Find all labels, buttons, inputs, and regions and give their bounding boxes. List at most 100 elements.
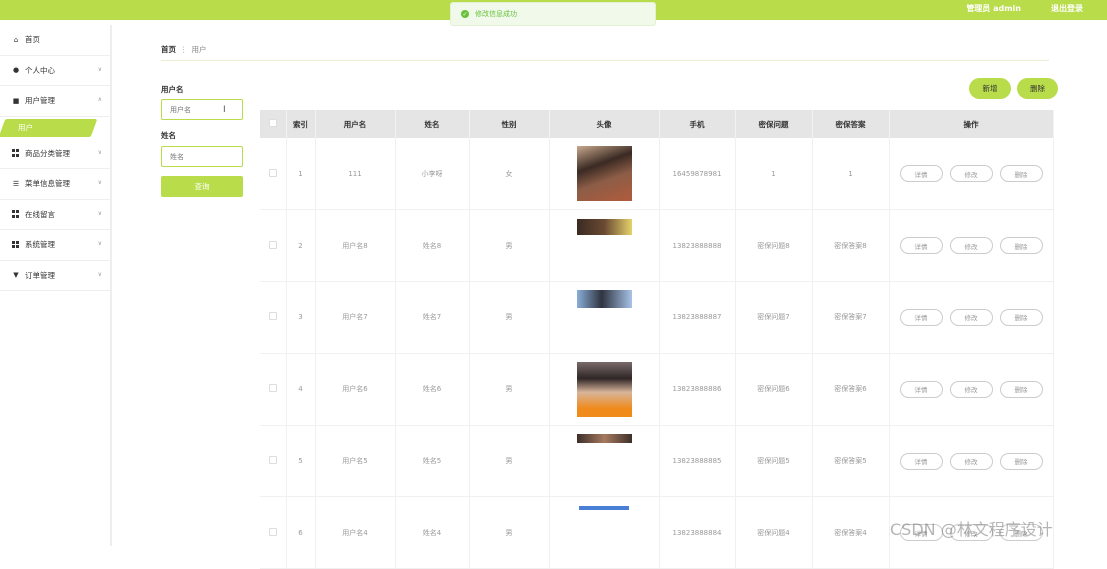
chevron-down-icon: ∨ — [97, 270, 102, 278]
grid-icon — [12, 149, 20, 157]
sidebar-item-category[interactable]: 商品分类管理 ∨ — [0, 139, 110, 169]
add-button[interactable]: 新增 — [969, 78, 1011, 99]
cell-gender: 男 — [469, 281, 550, 354]
cell-question: 1 — [735, 138, 813, 211]
cell-name: 小李呀 — [395, 138, 470, 211]
cell-username: 用户名6 — [315, 353, 396, 426]
cell-index: 2 — [286, 209, 316, 283]
user-icon: ● — [12, 66, 20, 75]
cell-phone: 13823888884 — [659, 496, 736, 569]
check-circle-icon: ✓ — [461, 10, 469, 18]
detail-button[interactable]: 详情 — [899, 308, 943, 326]
column-header: 索引 — [286, 110, 316, 138]
table-row: 2 用户名8 姓名8 男 13823888888 密保问题8 密保答案8 详情 … — [260, 209, 1054, 283]
sidebar-subitem-user[interactable]: 用户 — [0, 117, 110, 139]
sidebar-item-user-management[interactable]: ■ 用户管理 ∧ — [0, 86, 110, 117]
delete-button[interactable]: 删除 — [999, 165, 1043, 183]
row-checkbox[interactable] — [268, 312, 277, 321]
cell-gender: 男 — [469, 496, 550, 569]
cell-index: 6 — [286, 496, 316, 569]
sidebar-item-menu-info[interactable]: ☰ 菜单信息管理 ∨ — [0, 169, 110, 200]
cell-phone: 13823888887 — [659, 281, 736, 354]
edit-button[interactable]: 修改 — [949, 380, 993, 398]
edit-button[interactable]: 修改 — [949, 237, 993, 255]
bulk-delete-button[interactable]: 删除 — [1017, 78, 1058, 99]
row-checkbox[interactable] — [268, 384, 277, 393]
sidebar-item-label: 订单管理 — [25, 270, 55, 280]
cell-answer: 1 — [812, 138, 890, 211]
cell-index: 4 — [286, 353, 316, 426]
sidebar-item-profile[interactable]: ● 个人中心 ∨ — [0, 56, 110, 86]
edit-button[interactable]: 修改 — [949, 452, 993, 470]
sidebar-item-label: 商品分类管理 — [25, 148, 70, 158]
column-header: 密保答案 — [812, 110, 890, 138]
cell-phone: 16459878981 — [659, 138, 736, 211]
avatar — [576, 433, 632, 443]
sidebar-item-label: 个人中心 — [25, 65, 55, 75]
cell-question: 密保问题5 — [735, 425, 813, 498]
cell-name: 姓名4 — [395, 496, 470, 569]
column-header: 手机 — [659, 110, 736, 138]
cell-index: 1 — [286, 138, 316, 211]
cell-name: 姓名5 — [395, 425, 470, 498]
table-row: 3 用户名7 姓名7 男 13823888887 密保问题7 密保答案7 详情 … — [260, 281, 1054, 354]
avatar — [576, 218, 632, 235]
chevron-down-icon: ∨ — [97, 65, 102, 73]
detail-button[interactable]: 详情 — [899, 237, 943, 255]
delete-button[interactable]: 删除 — [999, 380, 1043, 398]
cell-index: 3 — [286, 281, 316, 354]
name-input[interactable] — [161, 146, 243, 167]
username-input[interactable] — [161, 99, 243, 120]
detail-button[interactable]: 详情 — [899, 165, 943, 183]
column-header: 用户名 — [315, 110, 396, 138]
logout-link[interactable]: 退出登录 — [1051, 3, 1083, 14]
detail-button[interactable]: 详情 — [899, 452, 943, 470]
header-divider — [161, 60, 1049, 61]
table-row: 4 用户名6 姓名6 男 13823888886 密保问题6 密保答案6 详情 … — [260, 353, 1054, 426]
grid-icon — [12, 240, 20, 249]
table-row: 5 用户名5 姓名5 男 13823888885 密保问题5 密保答案5 详情 … — [260, 425, 1054, 498]
home-icon: ⌂ — [13, 35, 19, 44]
sidebar-item-home[interactable]: ⌂ 首页 — [0, 25, 110, 56]
cell-name: 姓名8 — [395, 209, 470, 283]
select-all-checkbox[interactable] — [268, 119, 277, 127]
cell-answer: 密保答案5 — [812, 425, 890, 498]
success-toast: ✓ 修改信息成功 — [450, 2, 656, 26]
delete-button[interactable]: 删除 — [999, 237, 1043, 255]
sidebar-item-orders[interactable]: ▼ 订单管理 ∨ — [0, 261, 110, 291]
select-all-cell[interactable] — [260, 110, 287, 138]
edit-button[interactable]: 修改 — [949, 165, 993, 183]
watermark: CSDN @林文程序设计 — [890, 520, 1053, 539]
cell-phone: 13823888886 — [659, 353, 736, 426]
row-checkbox[interactable] — [268, 527, 277, 536]
cell-username: 用户名5 — [315, 425, 396, 498]
delete-button[interactable]: 删除 — [999, 308, 1043, 326]
breadcrumb-home[interactable]: 首页 — [161, 45, 176, 54]
sidebar-item-messages[interactable]: 在线留言 ∨ — [0, 200, 110, 230]
sidebar-subitem-label: 用户 — [18, 122, 33, 132]
search-button[interactable]: 查询 — [161, 176, 243, 197]
toast-message: 修改信息成功 — [475, 10, 517, 18]
sidebar-item-system[interactable]: 系统管理 ∨ — [0, 230, 110, 261]
delete-button[interactable]: 删除 — [999, 452, 1043, 470]
avatar — [576, 361, 632, 417]
avatar — [576, 290, 632, 309]
row-checkbox[interactable] — [268, 456, 277, 465]
cell-answer: 密保答案6 — [812, 353, 890, 426]
edit-button[interactable]: 修改 — [949, 308, 993, 326]
column-header: 姓名 — [395, 110, 470, 138]
cell-name: 姓名7 — [395, 281, 470, 354]
row-checkbox[interactable] — [268, 168, 277, 177]
avatar — [576, 146, 632, 202]
column-header: 头像 — [549, 110, 660, 138]
cell-username: 用户名7 — [315, 281, 396, 354]
text-cursor-icon: I — [223, 105, 226, 115]
sidebar-item-label: 首页 — [25, 35, 40, 45]
breadcrumb-current: 用户 — [191, 45, 207, 54]
detail-button[interactable]: 详情 — [899, 380, 943, 398]
cell-gender: 女 — [469, 138, 550, 211]
cell-username: 111 — [315, 138, 396, 211]
row-checkbox[interactable] — [268, 240, 277, 249]
sidebar-item-label: 系统管理 — [25, 240, 55, 250]
table-header: 索引 用户名 姓名 性别 头像 手机 密保问题 密保答案 操作 — [260, 110, 1054, 138]
